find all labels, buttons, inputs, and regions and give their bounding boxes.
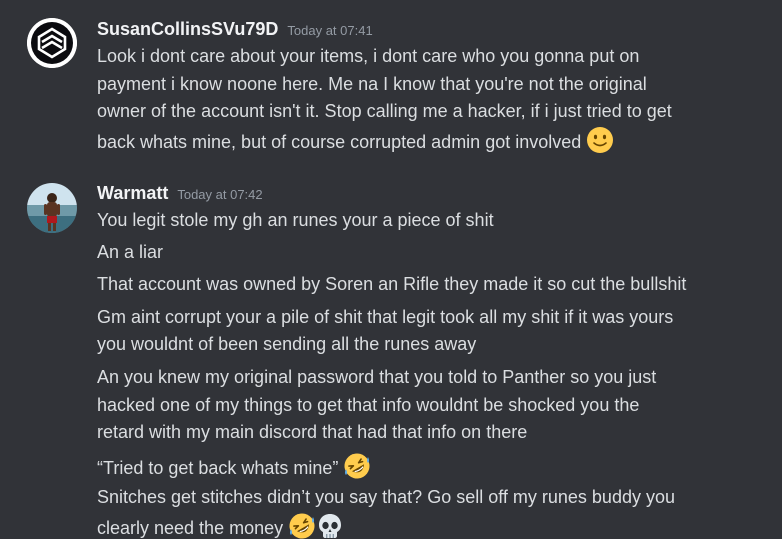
username[interactable]: SusanCollinsSVu79D	[97, 19, 278, 39]
message-text: “Tried to get back whats mine”	[97, 458, 339, 478]
timestamp[interactable]: Today at 07:42	[177, 187, 262, 202]
message-line: hacked one of my things to get that info…	[97, 394, 640, 415]
message-header: Warmatt Today at 07:42	[97, 183, 263, 204]
message-line: you wouldnt of been sending all the rune…	[97, 334, 477, 354]
message-line: Snitches get stitches didn’t you say tha…	[97, 487, 675, 507]
stacked-chevrons-logo-icon	[27, 18, 77, 68]
message-line-with-emoji: back whats mine, but of course corrupted…	[97, 126, 767, 157]
slightly-smiling-face-icon[interactable]	[586, 126, 614, 154]
message-text: back whats mine, but of course corrupted…	[97, 131, 582, 152]
skull-icon[interactable]	[316, 512, 344, 539]
rolling-on-floor-laughing-icon[interactable]	[288, 512, 316, 539]
rolling-on-floor-laughing-icon[interactable]	[343, 452, 371, 480]
message-line: That account was owned by Soren an Rifle…	[97, 274, 687, 294]
message-line: Look i dont care about your items, i don…	[97, 46, 640, 66]
user-photo-avatar	[27, 183, 77, 233]
username[interactable]: Warmatt	[97, 183, 168, 203]
message-line: Gm aint corrupt your a pile of shit that…	[97, 306, 674, 327]
avatar[interactable]	[27, 18, 77, 68]
message-line: You legit stole my gh an runes your a pi…	[97, 210, 494, 230]
message-line-with-emoji: clearly need the money	[97, 512, 767, 539]
message-line: retard with my main discord that had tha…	[97, 422, 528, 442]
chat-message-list: SusanCollinsSVu79D Today at 07:41 Look i …	[0, 0, 782, 539]
message-header: SusanCollinsSVu79D Today at 07:41	[97, 19, 373, 40]
avatar[interactable]	[27, 183, 77, 233]
message-line: owner of the account isn't it. Stop call…	[97, 101, 672, 121]
message-line-with-emoji: “Tried to get back whats mine”	[97, 452, 767, 483]
message-line: An you knew my original password that yo…	[97, 367, 657, 387]
message-line: An a liar	[97, 242, 164, 262]
message-text: clearly need the money	[97, 517, 284, 538]
timestamp[interactable]: Today at 07:41	[287, 23, 372, 38]
message-line: payment i know noone here. Me na I know …	[97, 73, 647, 94]
